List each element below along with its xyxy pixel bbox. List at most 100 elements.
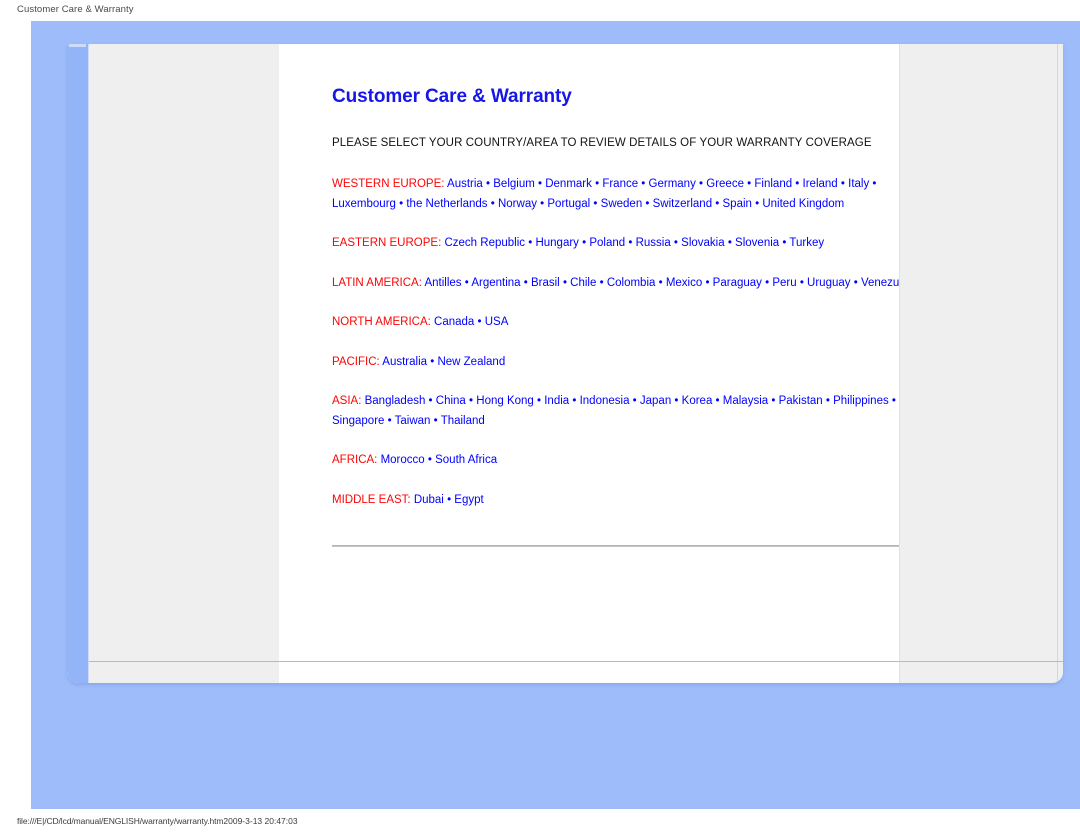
country-separator: •: [768, 395, 779, 407]
country-separator: •: [533, 395, 545, 407]
horizontal-rule: [332, 545, 915, 547]
country-link[interactable]: Slovenia: [735, 237, 779, 249]
country-separator: •: [430, 414, 441, 427]
country-link[interactable]: Hungary: [535, 237, 578, 249]
country-link[interactable]: Luxembourg: [332, 198, 396, 210]
region-label: LATIN AMERICA:: [332, 276, 422, 289]
region-label: WESTERN EUROPE:: [332, 178, 445, 190]
country-separator: •: [578, 237, 590, 249]
print-footer-timestamp: 2009-3-13 20:47:03: [223, 816, 298, 826]
country-separator: •: [796, 276, 808, 289]
country-link[interactable]: Peru: [772, 277, 796, 289]
print-header-title: Customer Care & Warranty: [17, 4, 134, 15]
country-link[interactable]: Switzerland: [653, 198, 712, 210]
country-separator: •: [625, 237, 636, 249]
region-label: PACIFIC:: [332, 355, 380, 368]
country-link[interactable]: Czech Republic: [444, 237, 525, 249]
country-separator: •: [482, 178, 494, 190]
country-link[interactable]: Australia: [382, 356, 427, 368]
country-link[interactable]: Austria: [447, 178, 483, 190]
country-link[interactable]: Ireland: [803, 178, 838, 190]
region-label: ASIA:: [332, 395, 362, 407]
country-link[interactable]: Singapore: [332, 415, 384, 427]
country-link[interactable]: Dubai: [414, 494, 444, 506]
country-link[interactable]: Thailand: [441, 415, 485, 427]
document-body: Customer Care & Warranty PLEASE SELECT Y…: [332, 86, 918, 547]
country-separator: •: [629, 395, 640, 407]
country-link[interactable]: Finland: [754, 178, 792, 190]
country-link[interactable]: Malaysia: [723, 395, 768, 407]
country-separator: •: [779, 237, 790, 249]
country-link[interactable]: Chile: [570, 277, 596, 289]
country-separator: •: [702, 276, 713, 289]
country-separator: •: [465, 395, 477, 407]
country-link[interactable]: Poland: [589, 237, 625, 249]
country-separator: •: [751, 197, 763, 210]
country-link[interactable]: Morocco: [381, 454, 425, 466]
country-separator: •: [461, 276, 472, 289]
country-link[interactable]: Egypt: [454, 494, 483, 506]
document-shell: Customer Care & Warranty PLEASE SELECT Y…: [67, 44, 1063, 683]
country-separator: •: [695, 178, 707, 190]
left-rail-cap: [69, 44, 86, 47]
country-separator: •: [655, 276, 666, 289]
region-block: EASTERN EUROPE: Czech Republic • Hungary…: [332, 234, 918, 254]
country-separator: •: [425, 395, 436, 407]
country-link[interactable]: Canada: [434, 316, 474, 328]
country-link[interactable]: Mexico: [666, 277, 702, 289]
country-link[interactable]: Germany: [649, 178, 696, 190]
country-link[interactable]: Uruguay: [807, 277, 850, 289]
country-link[interactable]: Portugal: [547, 198, 590, 210]
country-separator: •: [837, 178, 849, 190]
country-link[interactable]: India: [544, 395, 569, 407]
country-separator: •: [671, 395, 682, 407]
instruction-text: PLEASE SELECT YOUR COUNTRY/AREA TO REVIE…: [332, 137, 872, 149]
country-link[interactable]: Greece: [706, 178, 744, 190]
country-link[interactable]: Korea: [682, 395, 713, 407]
country-link[interactable]: Antilles: [424, 277, 461, 289]
content-sheet: Customer Care & Warranty PLEASE SELECT Y…: [279, 44, 915, 683]
country-separator: •: [559, 276, 571, 289]
country-link[interactable]: Denmark: [545, 178, 592, 190]
country-link[interactable]: United Kingdom: [762, 198, 844, 210]
country-link[interactable]: Italy: [848, 178, 869, 190]
region-block: PACIFIC: Australia • New Zealand: [332, 353, 918, 373]
country-link[interactable]: Spain: [723, 198, 752, 210]
country-link[interactable]: Slovakia: [681, 237, 724, 249]
country-separator: •: [534, 178, 546, 190]
country-separator: •: [487, 197, 498, 210]
country-link[interactable]: Hong Kong: [476, 395, 534, 407]
page-title: Customer Care & Warranty: [332, 86, 572, 107]
country-link[interactable]: South Africa: [435, 454, 497, 466]
country-separator: •: [443, 493, 455, 506]
country-link[interactable]: Japan: [640, 395, 671, 407]
country-separator: •: [590, 197, 601, 210]
country-separator: •: [822, 395, 834, 407]
country-link[interactable]: Russia: [636, 237, 671, 249]
country-link[interactable]: Norway: [498, 198, 537, 210]
country-link[interactable]: Taiwan: [395, 415, 431, 427]
country-link[interactable]: Colombia: [607, 277, 656, 289]
country-link[interactable]: China: [436, 395, 466, 407]
country-link[interactable]: Brasil: [531, 277, 560, 289]
country-link[interactable]: Bangladesh: [365, 395, 426, 407]
country-separator: •: [384, 414, 395, 427]
country-link[interactable]: France: [602, 178, 638, 190]
country-separator: •: [712, 395, 723, 407]
country-link[interactable]: Indonesia: [580, 395, 630, 407]
country-link[interactable]: Belgium: [493, 178, 535, 190]
country-link[interactable]: New Zealand: [437, 356, 505, 368]
right-gutter-accent-line: [1057, 44, 1058, 683]
country-link[interactable]: Turkey: [789, 237, 824, 249]
country-separator: •: [724, 237, 736, 249]
country-link[interactable]: the Netherlands: [406, 198, 487, 210]
country-link[interactable]: Argentina: [471, 277, 520, 289]
country-separator: •: [427, 355, 438, 368]
country-separator: •: [670, 237, 682, 249]
country-separator: •: [536, 197, 548, 210]
country-link[interactable]: Pakistan: [779, 395, 823, 407]
country-link[interactable]: Paraguay: [713, 277, 762, 289]
country-link[interactable]: Philippines: [833, 395, 889, 407]
country-link[interactable]: USA: [485, 316, 509, 328]
country-link[interactable]: Sweden: [601, 198, 643, 210]
